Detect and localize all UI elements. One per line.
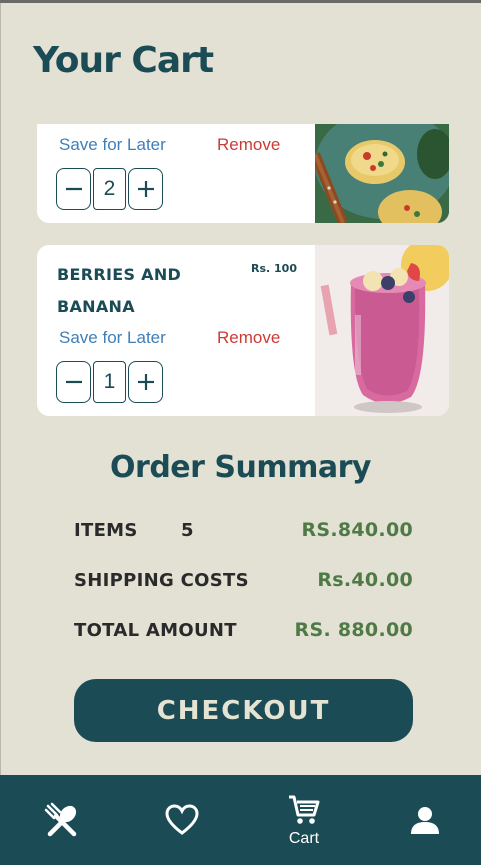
total-value: RS. 880.00 [294,619,413,641]
remove-link[interactable]: Remove [217,328,280,348]
nav-profile[interactable] [404,775,446,865]
page-title: Your Cart [33,40,214,81]
heart-icon [165,804,199,835]
quantity-value[interactable]: 2 [93,168,126,210]
quantity-stepper: 1 [56,361,163,403]
item-name: BERRIES AND BANANA [57,265,182,316]
shipping-label: SHIPPING COSTS [74,570,249,591]
save-for-later-link[interactable]: Save for Later [59,135,166,155]
nav-favorites[interactable] [160,775,204,865]
checkout-button[interactable]: CHECKOUT [74,679,413,742]
cart-icon [289,795,320,824]
shipping-value: Rs.40.00 [317,569,413,591]
plus-icon [137,181,154,197]
items-count: 5 [181,520,194,541]
plus-icon [137,374,154,390]
quantity-value[interactable]: 1 [93,361,126,403]
berry-smoothie-photo [315,245,449,416]
nav-cart[interactable]: Cart [276,775,332,865]
nav-menu[interactable] [38,775,86,865]
items-label: ITEMS [74,520,138,541]
increment-button[interactable] [128,361,163,403]
item-price: Rs. 100 [251,262,297,275]
bottom-nav: Cart [0,775,481,865]
increment-button[interactable] [128,168,163,210]
egg-muffins-photo [315,124,449,223]
cart-screen: Your Cart Save for Later Remove 2 BERRIE… [0,0,481,865]
items-value: RS.840.00 [301,519,413,541]
decrement-button[interactable] [56,168,91,210]
status-edge [0,0,481,3]
remove-link[interactable]: Remove [217,135,280,155]
decrement-button[interactable] [56,361,91,403]
fork-spoon-icon [44,802,77,837]
quantity-stepper: 2 [56,168,163,210]
cart-item: BERRIES AND BANANA Rs. 100 Save for Late… [37,245,449,416]
cart-item: Save for Later Remove 2 [37,124,449,223]
minus-icon [65,187,82,191]
total-label: TOTAL AMOUNT [74,620,237,641]
save-for-later-link[interactable]: Save for Later [59,328,166,348]
order-summary-title: Order Summary [110,450,371,485]
minus-icon [65,380,82,384]
nav-cart-label: Cart [288,829,320,847]
user-icon [411,807,439,834]
